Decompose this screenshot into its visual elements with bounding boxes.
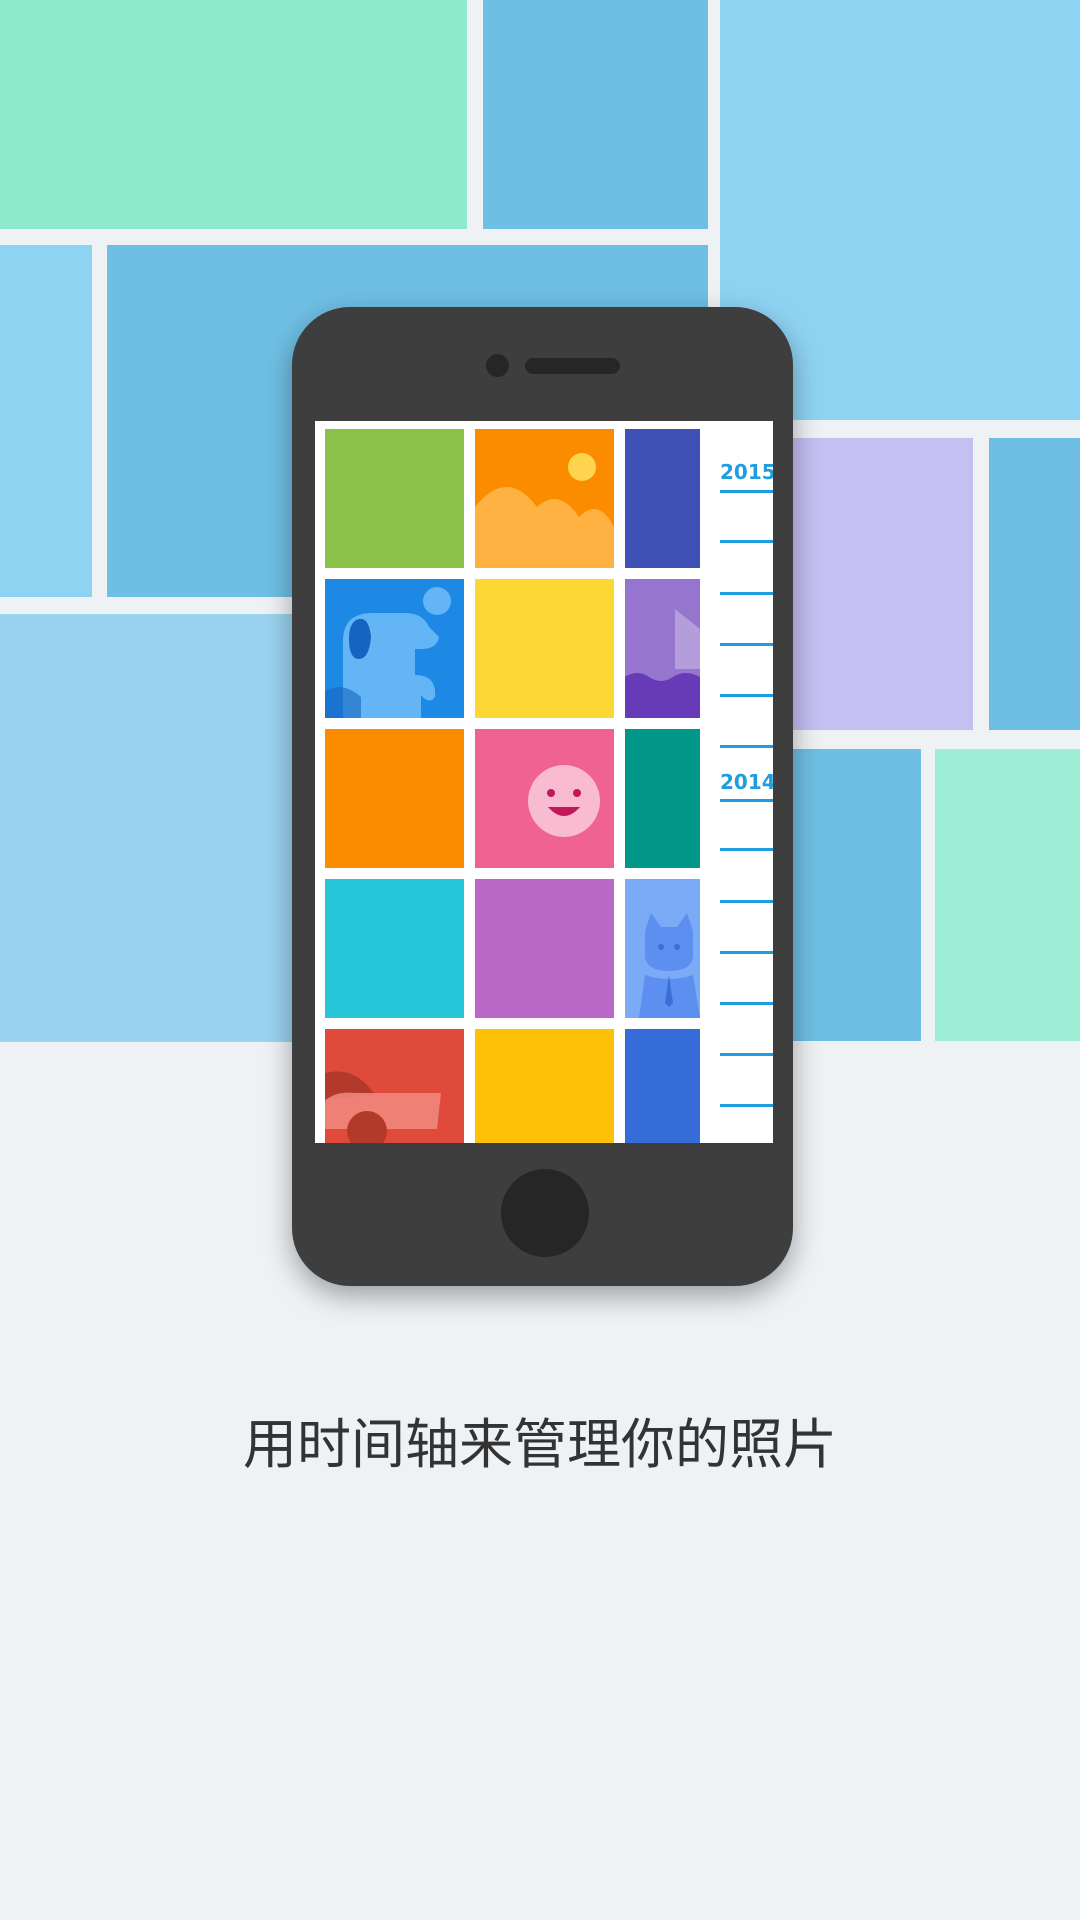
- timeline-tick: [720, 900, 773, 903]
- landscape-icon: [475, 453, 614, 568]
- background-tile: [0, 0, 467, 229]
- phone-screen: 2015 2014: [315, 421, 773, 1143]
- background-tile: [935, 749, 1080, 1041]
- photo-tile[interactable]: [475, 429, 614, 568]
- speaker-grille: [525, 358, 620, 374]
- home-button: [501, 1169, 589, 1257]
- timeline-tick: [720, 643, 773, 646]
- timeline-tick: [720, 848, 773, 851]
- timeline-year-label[interactable]: 2015: [720, 460, 773, 484]
- photo-tile[interactable]: [325, 729, 464, 868]
- photo-tile[interactable]: [625, 879, 700, 1018]
- photo-tile[interactable]: [325, 1029, 464, 1143]
- background-tile: [483, 0, 708, 229]
- photo-tile[interactable]: [625, 1029, 700, 1143]
- smiley-icon: [528, 765, 600, 837]
- timeline-tick: [720, 540, 773, 543]
- timeline-tick: [720, 694, 773, 697]
- boat-icon: [625, 609, 700, 718]
- photo-tile[interactable]: [475, 579, 614, 718]
- photo-tile[interactable]: [475, 729, 614, 868]
- photo-tile[interactable]: [325, 879, 464, 1018]
- background-tile: [770, 438, 973, 730]
- photo-tile[interactable]: [475, 1029, 614, 1143]
- photo-tile[interactable]: [625, 729, 700, 868]
- background-tile: [989, 438, 1080, 730]
- camera-icon: [486, 354, 509, 377]
- car-icon: [325, 1071, 441, 1143]
- timeline-tick: [720, 951, 773, 954]
- onboarding-caption: 用时间轴来管理你的照片: [243, 1413, 837, 1476]
- background-tile: [0, 614, 300, 1042]
- photo-tile[interactable]: [625, 429, 700, 568]
- timeline-year-label[interactable]: 2014: [720, 770, 773, 794]
- photo-tile[interactable]: [475, 879, 614, 1018]
- timeline-tick: [720, 799, 773, 802]
- background-tile: [0, 245, 92, 597]
- background-tile: [780, 749, 921, 1041]
- timeline-tick: [720, 1104, 773, 1107]
- timeline-tick: [720, 745, 773, 748]
- timeline-tick: [720, 592, 773, 595]
- photo-tile[interactable]: [325, 579, 464, 718]
- dog-icon: [325, 587, 451, 718]
- timeline-tick: [720, 490, 773, 493]
- cat-icon: [639, 913, 700, 1018]
- photo-tile[interactable]: [625, 579, 700, 718]
- photo-tile[interactable]: [325, 429, 464, 568]
- timeline-tick: [720, 1002, 773, 1005]
- timeline-tick: [720, 1053, 773, 1056]
